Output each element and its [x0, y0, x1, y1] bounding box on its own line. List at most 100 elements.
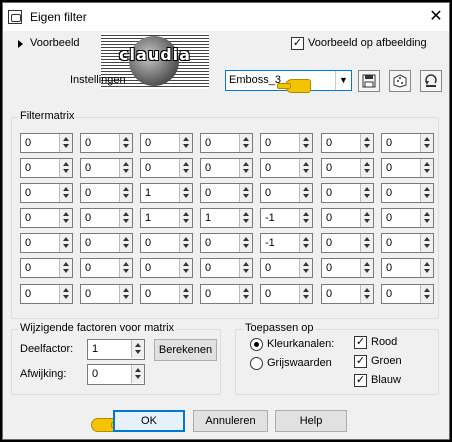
matrix-cell[interactable]: 0	[260, 133, 313, 153]
matrix-cell[interactable]: 0	[200, 133, 253, 153]
spin-down-icon[interactable]	[123, 295, 129, 299]
spin-up-icon[interactable]	[303, 237, 309, 241]
spin-up-icon[interactable]	[63, 187, 69, 191]
spin-up-icon[interactable]	[424, 262, 430, 266]
matrix-cell-spinner[interactable]	[299, 209, 312, 227]
spin-down-icon[interactable]	[243, 144, 249, 148]
matrix-cell-spinner[interactable]	[299, 285, 312, 303]
help-button[interactable]: Help	[275, 410, 347, 432]
spin-up-icon[interactable]	[63, 288, 69, 292]
matrix-cell[interactable]: 0	[80, 183, 133, 203]
matrix-cell-spinner[interactable]	[179, 259, 192, 277]
matrix-cell-spinner[interactable]	[119, 159, 132, 177]
matrix-cell-spinner[interactable]	[239, 234, 252, 252]
spin-down-icon[interactable]	[303, 144, 309, 148]
matrix-cell-spinner[interactable]	[239, 159, 252, 177]
spin-up-icon[interactable]	[303, 212, 309, 216]
spin-down-icon[interactable]	[424, 244, 430, 248]
spin-down-icon[interactable]	[303, 244, 309, 248]
spin-up-icon[interactable]	[303, 137, 309, 141]
spin-down-icon[interactable]	[424, 269, 430, 273]
matrix-cell[interactable]: 0	[321, 258, 374, 278]
matrix-cell[interactable]: 0	[20, 183, 73, 203]
spin-down-icon[interactable]	[63, 269, 69, 273]
matrix-cell-spinner[interactable]	[239, 209, 252, 227]
spin-down-icon[interactable]	[63, 244, 69, 248]
matrix-cell-spinner[interactable]	[299, 234, 312, 252]
spin-down-icon[interactable]	[243, 219, 249, 223]
spin-down-icon[interactable]	[243, 244, 249, 248]
spin-down-icon[interactable]	[364, 295, 370, 299]
divisor-input[interactable]: 1	[87, 339, 145, 360]
spin-down-icon[interactable]	[183, 169, 189, 173]
matrix-cell-spinner[interactable]	[299, 184, 312, 202]
spin-down-icon[interactable]	[135, 350, 141, 354]
spin-down-icon[interactable]	[183, 144, 189, 148]
blue-channel-checkbox[interactable]: ✓	[354, 374, 367, 387]
matrix-cell[interactable]: 0	[20, 208, 73, 228]
spin-up-icon[interactable]	[183, 288, 189, 292]
matrix-cell[interactable]: 0	[20, 133, 73, 153]
matrix-cell-spinner[interactable]	[59, 134, 72, 152]
random-preset-button[interactable]	[389, 70, 411, 92]
preview-toggle-label[interactable]: Voorbeeld	[30, 37, 80, 49]
bias-spinner[interactable]	[131, 365, 144, 383]
matrix-cell[interactable]: 0	[80, 158, 133, 178]
spin-up-icon[interactable]	[63, 137, 69, 141]
spin-up-icon[interactable]	[123, 162, 129, 166]
matrix-cell-spinner[interactable]	[239, 184, 252, 202]
matrix-cell[interactable]: 0	[80, 208, 133, 228]
matrix-cell[interactable]: 0	[381, 208, 434, 228]
spin-up-icon[interactable]	[243, 162, 249, 166]
spin-up-icon[interactable]	[63, 212, 69, 216]
matrix-cell-spinner[interactable]	[119, 209, 132, 227]
red-channel-checkbox[interactable]: ✓	[354, 336, 367, 349]
matrix-cell-spinner[interactable]	[59, 184, 72, 202]
spin-up-icon[interactable]	[243, 288, 249, 292]
matrix-cell-spinner[interactable]	[119, 234, 132, 252]
matrix-cell[interactable]: 0	[200, 183, 253, 203]
spin-up-icon[interactable]	[63, 262, 69, 266]
matrix-cell-spinner[interactable]	[299, 159, 312, 177]
preview-on-image-checkbox[interactable]: ✓	[291, 37, 304, 50]
spin-up-icon[interactable]	[183, 262, 189, 266]
ok-button[interactable]: OK	[113, 410, 185, 432]
matrix-cell[interactable]: 0	[260, 183, 313, 203]
matrix-cell-spinner[interactable]	[119, 259, 132, 277]
spin-up-icon[interactable]	[243, 137, 249, 141]
spin-up-icon[interactable]	[424, 237, 430, 241]
matrix-cell[interactable]: 0	[321, 233, 374, 253]
matrix-cell-spinner[interactable]	[360, 159, 373, 177]
color-channels-radio[interactable]	[250, 338, 263, 351]
spin-up-icon[interactable]	[123, 187, 129, 191]
matrix-cell-spinner[interactable]	[179, 234, 192, 252]
reset-preset-button[interactable]	[420, 70, 442, 92]
matrix-cell-spinner[interactable]	[179, 209, 192, 227]
spin-down-icon[interactable]	[424, 194, 430, 198]
spin-down-icon[interactable]	[63, 194, 69, 198]
matrix-cell-spinner[interactable]	[59, 159, 72, 177]
spin-up-icon[interactable]	[123, 212, 129, 216]
matrix-cell[interactable]: -1	[260, 233, 313, 253]
matrix-cell[interactable]: 0	[20, 233, 73, 253]
spin-down-icon[interactable]	[63, 295, 69, 299]
save-preset-button[interactable]	[358, 70, 380, 92]
matrix-cell[interactable]: 0	[140, 284, 193, 304]
spin-down-icon[interactable]	[243, 194, 249, 198]
matrix-cell[interactable]: 0	[381, 133, 434, 153]
matrix-cell-spinner[interactable]	[360, 134, 373, 152]
spin-down-icon[interactable]	[243, 169, 249, 173]
spin-up-icon[interactable]	[364, 262, 370, 266]
matrix-cell-spinner[interactable]	[239, 259, 252, 277]
spin-down-icon[interactable]	[364, 219, 370, 223]
calculate-button[interactable]: Berekenen	[154, 339, 217, 361]
bias-input[interactable]: 0	[87, 364, 145, 385]
matrix-cell-spinner[interactable]	[59, 285, 72, 303]
spin-down-icon[interactable]	[63, 219, 69, 223]
matrix-cell[interactable]: 0	[381, 183, 434, 203]
spin-up-icon[interactable]	[364, 212, 370, 216]
matrix-cell[interactable]: 0	[321, 208, 374, 228]
spin-up-icon[interactable]	[183, 137, 189, 141]
matrix-cell[interactable]: 0	[80, 258, 133, 278]
spin-down-icon[interactable]	[63, 144, 69, 148]
